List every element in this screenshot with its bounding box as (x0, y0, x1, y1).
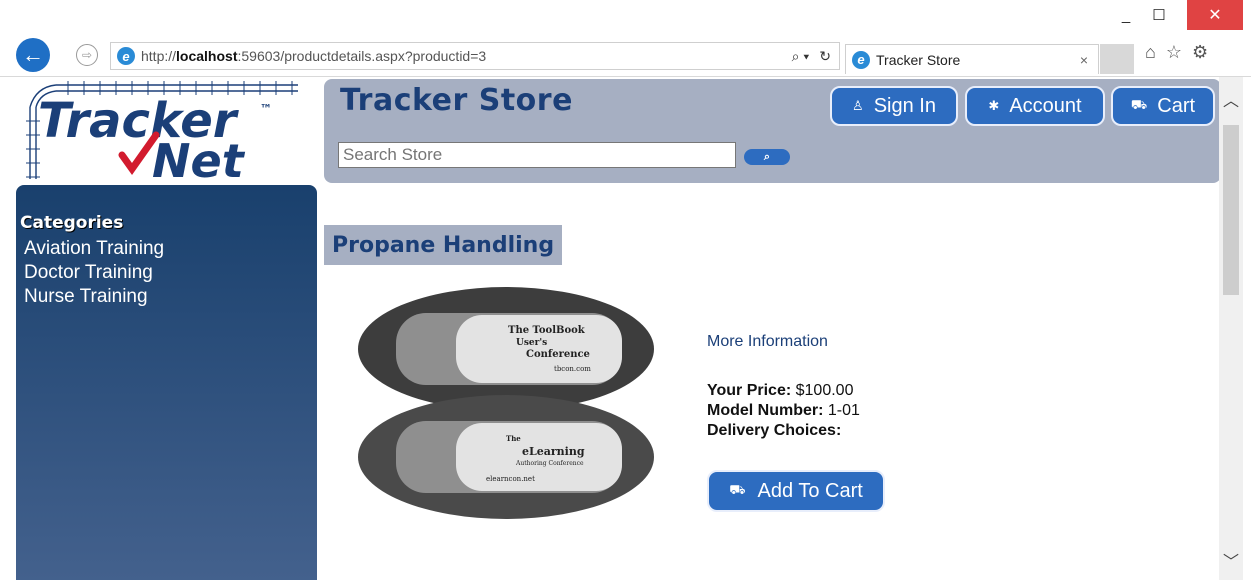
usb-top-line3: Conference (526, 349, 590, 360)
more-information-link[interactable]: More Information (707, 333, 828, 351)
usb-top-line1: The ToolBook (508, 325, 586, 336)
sign-in-button[interactable]: ♙ Sign In (830, 86, 958, 126)
cart-icon: ⛟ (1130, 97, 1148, 112)
browser-chrome: _ ☐ ✕ ← ⇨ e http://localhost:59603/produ… (0, 0, 1251, 77)
page-viewport: Tracker ™ Net Tracker Store ♙ Sign In ✱ … (16, 77, 1219, 580)
search-dropdown-icon[interactable]: ⌕ ▾ (792, 48, 810, 65)
minimize-button[interactable]: _ (1111, 0, 1141, 30)
category-item[interactable]: Aviation Training (24, 237, 164, 261)
vertical-scrollbar[interactable]: ︿ ﹀ (1219, 77, 1243, 580)
tab-title: Tracker Store (876, 51, 961, 68)
search-icon: ⌕ (763, 150, 771, 163)
category-list: Aviation Training Doctor Training Nurse … (24, 237, 164, 309)
back-arrow-icon[interactable]: ← (16, 38, 50, 72)
delivery-row: Delivery Choices: (707, 422, 842, 439)
tab-close-icon[interactable]: × (1080, 52, 1088, 68)
usb-bottom-line1: The (506, 434, 521, 443)
new-tab-button[interactable] (1100, 44, 1134, 74)
model-row: Model Number: 1-01 (707, 402, 860, 419)
browser-tab[interactable]: e Tracker Store × (845, 44, 1099, 74)
price-row: Your Price: $100.00 (707, 382, 854, 399)
model-value: 1-01 (827, 402, 860, 419)
sign-in-label: Sign In (873, 94, 936, 117)
categories-sidebar: Categories Aviation Training Doctor Trai… (16, 185, 317, 580)
url-text: http://localhost:59603/productdetails.as… (141, 48, 487, 64)
tab-ie-icon: e (852, 50, 870, 69)
store-header: Tracker Store ♙ Sign In ✱ Account ⛟ Cart… (324, 79, 1219, 183)
category-item[interactable]: Nurse Training (24, 285, 164, 309)
logo-net-text: Net (152, 134, 246, 182)
favorites-star-icon[interactable]: ☆ (1166, 42, 1182, 63)
product-image[interactable]: The ToolBook User's Conference tbcon.com… (356, 283, 656, 523)
usb-bottom-line3: Authoring Conference (515, 460, 584, 467)
product-info: Your Price: $100.00 Model Number: 1-01 D… (707, 381, 860, 441)
category-item[interactable]: Doctor Training (24, 261, 164, 285)
forward-arrow-icon[interactable]: ⇨ (76, 44, 98, 66)
cart-button[interactable]: ⛟ Cart (1111, 86, 1215, 126)
address-bar[interactable]: e http://localhost:59603/productdetails.… (110, 42, 840, 70)
gear-icon: ✱ (988, 98, 1000, 113)
home-icon[interactable]: ⌂ (1145, 42, 1156, 63)
price-value: $100.00 (795, 382, 854, 399)
add-to-cart-button[interactable]: ⛟ Add To Cart (707, 470, 885, 512)
search-input[interactable] (338, 142, 736, 168)
settings-gear-icon[interactable]: ⚙ (1192, 42, 1208, 63)
usb-top-line2: User's (516, 338, 547, 348)
cart-icon: ⛟ (729, 482, 746, 497)
address-tools: ⌕ ▾ ↻ (792, 48, 831, 65)
maximize-button[interactable]: ☐ (1141, 0, 1177, 30)
logo-tm-text: ™ (260, 102, 272, 116)
tracker-net-logo[interactable]: Tracker ™ Net (16, 77, 306, 182)
account-label: Account (1009, 94, 1082, 117)
scroll-up-icon[interactable]: ︿ (1219, 87, 1243, 111)
user-icon: ♙ (852, 98, 864, 113)
scroll-thumb[interactable] (1223, 125, 1239, 295)
search-button[interactable]: ⌕ (744, 149, 790, 165)
cart-label: Cart (1157, 94, 1196, 117)
ie-logo-icon: e (117, 47, 135, 65)
scroll-down-icon[interactable]: ﹀ (1219, 548, 1243, 572)
store-title[interactable]: Tracker Store (340, 83, 573, 118)
usb-top-line4: tbcon.com (554, 365, 591, 373)
account-button[interactable]: ✱ Account (965, 86, 1105, 126)
close-window-button[interactable]: ✕ (1187, 0, 1243, 30)
add-to-cart-label: Add To Cart (757, 479, 863, 502)
categories-heading: Categories (20, 213, 124, 233)
usb-bottom-line4: elearncon.net (486, 475, 535, 483)
product-title: Propane Handling (324, 225, 563, 265)
usb-bottom-line2: eLearning (522, 445, 585, 458)
refresh-icon[interactable]: ↻ (819, 48, 831, 65)
browser-tools: ⌂ ☆ ⚙ (1145, 42, 1208, 63)
